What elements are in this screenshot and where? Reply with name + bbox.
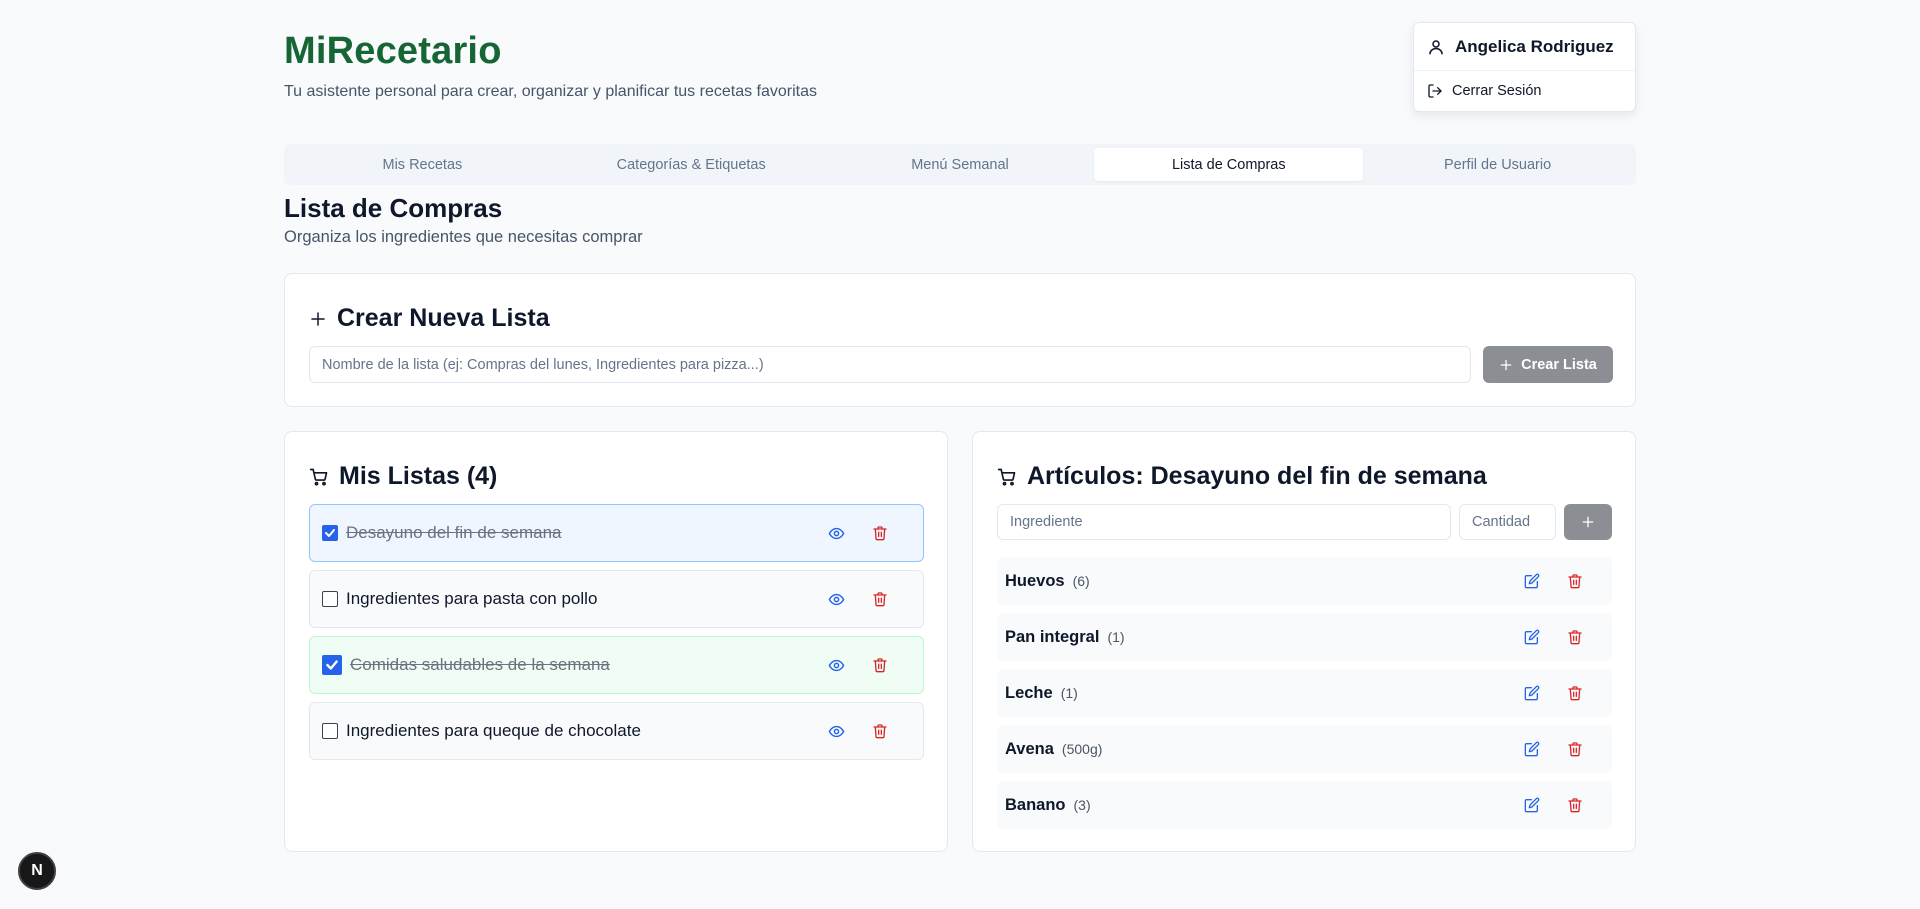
cart-icon	[309, 468, 328, 486]
delete-icon[interactable]	[1564, 570, 1586, 592]
ingredient-input[interactable]	[997, 504, 1451, 540]
logout-label: Cerrar Sesión	[1452, 83, 1542, 99]
tab-lista-de-compras[interactable]: Lista de Compras	[1094, 148, 1364, 181]
item-quantity: (1)	[1060, 685, 1078, 701]
plus-icon	[1582, 516, 1594, 528]
delete-icon[interactable]	[1564, 626, 1586, 648]
view-icon[interactable]	[825, 522, 847, 544]
list-name: Desayuno del fin de semana	[346, 523, 562, 542]
list-item[interactable]: Ingredientes para pasta con pollo	[309, 570, 924, 628]
quantity-input[interactable]	[1459, 504, 1556, 540]
list-item: Banano (3)	[997, 781, 1612, 829]
view-icon[interactable]	[825, 588, 847, 610]
my-lists-title: Mis Listas (4)	[339, 462, 498, 490]
delete-icon[interactable]	[869, 588, 891, 610]
list-item: Leche (1)	[997, 669, 1612, 717]
create-list-button[interactable]: Crear Lista	[1483, 346, 1613, 383]
cart-icon	[997, 468, 1016, 486]
app-subtitle: Tu asistente personal para crear, organi…	[284, 83, 817, 100]
tab-mis-recetas[interactable]: Mis Recetas	[288, 148, 557, 181]
page-title: Lista de Compras	[284, 193, 503, 223]
edit-icon[interactable]	[1521, 682, 1543, 704]
view-icon[interactable]	[825, 654, 847, 676]
delete-icon[interactable]	[869, 654, 891, 676]
item-quantity: (6)	[1072, 573, 1090, 589]
list-checkbox[interactable]	[322, 723, 338, 739]
create-list-card: Crear Nueva Lista Crear Lista	[284, 273, 1636, 407]
list-item: Avena (500g)	[997, 725, 1612, 773]
item-quantity: (500g)	[1061, 741, 1103, 757]
create-list-title: Crear Nueva Lista	[337, 304, 550, 332]
list-name: Comidas saludables de la semana	[350, 655, 610, 674]
item-name: Huevos	[1005, 571, 1065, 590]
item-name: Banano	[1005, 795, 1066, 814]
tab-categorias[interactable]: Categorías & Etiquetas	[557, 148, 826, 181]
create-list-button-label: Crear Lista	[1521, 356, 1597, 373]
tab-perfil[interactable]: Perfil de Usuario	[1363, 148, 1632, 181]
list-item[interactable]: Ingredientes para queque de chocolate	[309, 702, 924, 760]
logout-icon	[1428, 84, 1442, 98]
plus-icon	[1500, 359, 1512, 370]
my-lists-header: Mis Listas (4)	[309, 462, 497, 491]
list-item: Pan integral (1)	[997, 613, 1612, 661]
user-icon	[1429, 39, 1443, 54]
list-item[interactable]: Comidas saludables de la semana	[309, 636, 924, 694]
item-name: Avena	[1005, 739, 1054, 758]
check-icon	[325, 529, 335, 537]
delete-icon[interactable]	[1564, 738, 1586, 760]
check-icon	[326, 660, 338, 670]
list-item[interactable]: Desayuno del fin de semana	[309, 504, 924, 562]
articles-header: Artículos: Desayuno del fin de semana	[997, 462, 1487, 491]
item-name: Leche	[1005, 683, 1053, 702]
page-subtitle: Organiza los ingredientes que necesitas …	[284, 228, 643, 246]
item-name: Pan integral	[1005, 627, 1100, 646]
delete-icon[interactable]	[869, 720, 891, 742]
edit-icon[interactable]	[1521, 738, 1543, 760]
item-quantity: (3)	[1073, 797, 1091, 813]
delete-icon[interactable]	[869, 522, 891, 544]
list-name-input[interactable]	[309, 346, 1471, 383]
delete-icon[interactable]	[1564, 682, 1586, 704]
add-item-button[interactable]	[1564, 504, 1612, 540]
list-checkbox[interactable]	[322, 655, 342, 675]
item-quantity: (1)	[1107, 629, 1125, 645]
plus-icon	[311, 311, 325, 326]
logout-button[interactable]: Cerrar Sesión	[1414, 71, 1635, 111]
articles-title: Artículos: Desayuno del fin de semana	[1027, 462, 1487, 490]
list-item: Huevos (6)	[997, 557, 1612, 605]
create-list-header: Crear Nueva Lista	[309, 304, 550, 333]
edit-icon[interactable]	[1521, 570, 1543, 592]
main-tabs: Mis Recetas Categorías & Etiquetas Menú …	[284, 144, 1636, 185]
next-dev-badge[interactable]: N	[18, 852, 56, 890]
app-title: MiRecetario	[284, 30, 502, 72]
articles-card: Artículos: Desayuno del fin de semana Hu…	[972, 431, 1636, 852]
list-name: Ingredientes para queque de chocolate	[346, 721, 641, 740]
user-row: Angelica Rodriguez	[1414, 23, 1635, 71]
list-checkbox[interactable]	[322, 525, 338, 541]
tab-menu-semanal[interactable]: Menú Semanal	[826, 148, 1095, 181]
edit-icon[interactable]	[1521, 626, 1543, 648]
list-name: Ingredientes para pasta con pollo	[346, 589, 598, 608]
list-checkbox[interactable]	[322, 591, 338, 607]
view-icon[interactable]	[825, 720, 847, 742]
user-menu: Angelica Rodriguez Cerrar Sesión	[1413, 22, 1636, 112]
delete-icon[interactable]	[1564, 794, 1586, 816]
user-name: Angelica Rodriguez	[1455, 36, 1614, 56]
my-lists-card: Mis Listas (4) Desayuno del fin de seman…	[284, 431, 948, 852]
edit-icon[interactable]	[1521, 794, 1543, 816]
